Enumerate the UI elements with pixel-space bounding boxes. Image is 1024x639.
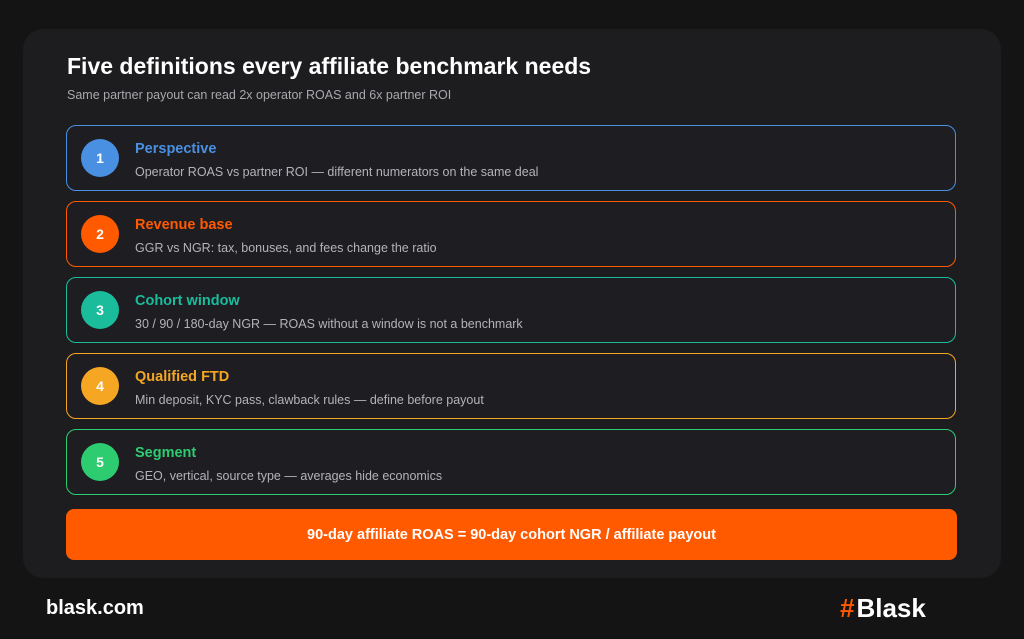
main-card: Five definitions every affiliate benchma… bbox=[23, 29, 1001, 578]
site-url: blask.com bbox=[46, 597, 144, 619]
step-title: Segment bbox=[135, 445, 197, 461]
step-card-cohort-window: 3 Cohort window 30 / 90 / 180-day NGR — … bbox=[66, 277, 956, 343]
formula-banner: 90-day affiliate ROAS = 90-day cohort NG… bbox=[66, 509, 957, 560]
step-title: Perspective bbox=[135, 141, 217, 157]
step-card-segment: 5 Segment GEO, vertical, source type — a… bbox=[66, 429, 956, 495]
logo-wordmark: Blask bbox=[856, 592, 926, 623]
hash-icon: # bbox=[840, 592, 855, 623]
step-description: 30 / 90 / 180-day NGR — ROAS without a w… bbox=[135, 317, 523, 331]
step-card-perspective: 1 Perspective Operator ROAS vs partner R… bbox=[66, 125, 956, 191]
step-card-qualified-ftd: 4 Qualified FTD Min deposit, KYC pass, c… bbox=[66, 353, 956, 419]
step-description: GGR vs NGR: tax, bonuses, and fees chang… bbox=[135, 241, 437, 255]
step-card-revenue-base: 2 Revenue base GGR vs NGR: tax, bonuses,… bbox=[66, 201, 956, 267]
step-description: Operator ROAS vs partner ROI — different… bbox=[135, 165, 539, 179]
step-number-badge: 2 bbox=[81, 215, 119, 253]
step-title: Revenue base bbox=[135, 217, 233, 233]
step-number-badge: 5 bbox=[81, 443, 119, 481]
step-description: Min deposit, KYC pass, clawback rules — … bbox=[135, 393, 484, 407]
step-description: GEO, vertical, source type — averages hi… bbox=[135, 469, 443, 483]
step-number-badge: 4 bbox=[81, 367, 119, 405]
page-title: Five definitions every affiliate benchma… bbox=[67, 53, 592, 79]
blask-logo: # Blask bbox=[840, 593, 926, 623]
page-subtitle: Same partner payout can read 2x operator… bbox=[67, 88, 452, 102]
step-number-badge: 1 bbox=[81, 139, 119, 177]
step-title: Qualified FTD bbox=[135, 369, 230, 385]
step-number-badge: 3 bbox=[81, 291, 119, 329]
step-title: Cohort window bbox=[135, 293, 240, 309]
